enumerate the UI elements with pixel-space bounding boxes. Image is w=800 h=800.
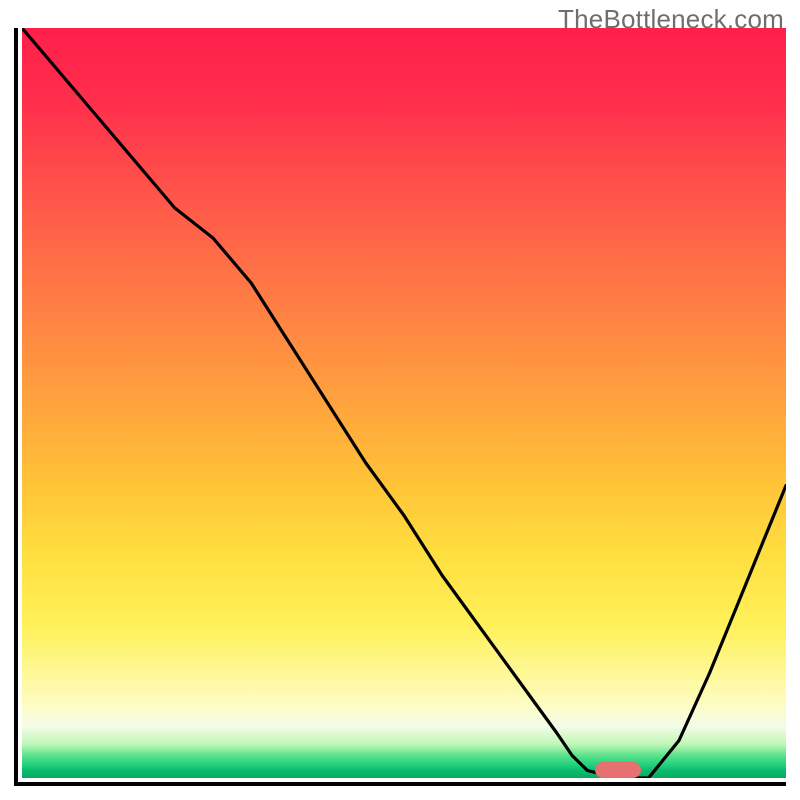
bottleneck-curve: [22, 28, 786, 778]
plot-frame: [14, 28, 786, 786]
bottleneck-marker: [595, 762, 641, 778]
chart-root: TheBottleneck.com: [0, 0, 800, 800]
plot-curve-layer: [22, 28, 786, 778]
